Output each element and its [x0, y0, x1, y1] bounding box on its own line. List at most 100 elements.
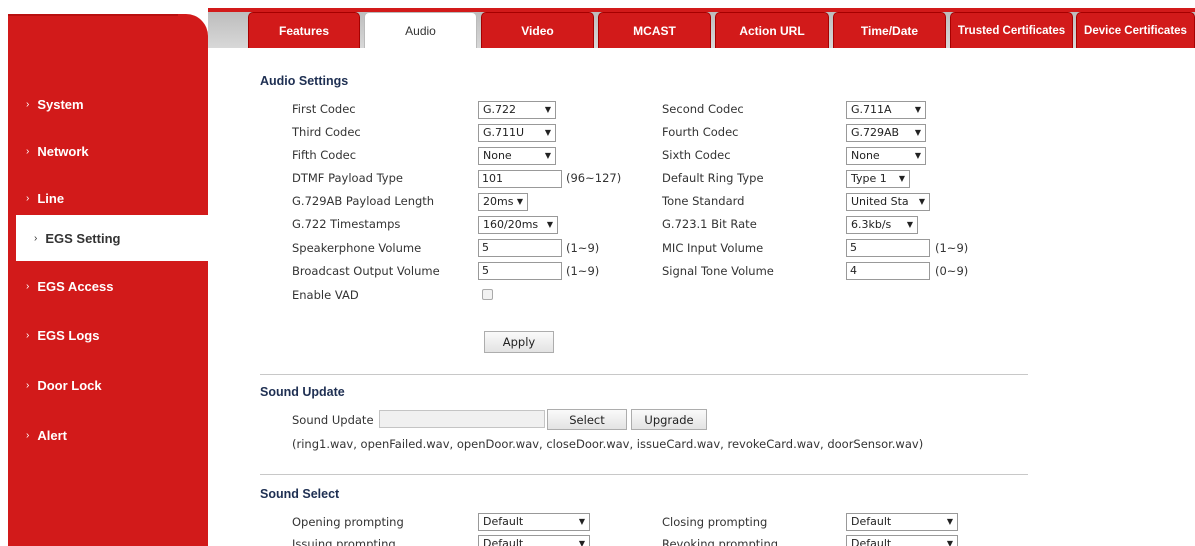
sidebar-item-egs-setting[interactable]: › EGS Setting: [16, 215, 208, 261]
g729ab-length-select[interactable]: 20ms ▼: [478, 193, 528, 211]
opening-prompting-select[interactable]: Default ▼: [478, 513, 590, 531]
apply-button[interactable]: Apply: [484, 331, 554, 353]
first-codec-select[interactable]: G.722 ▼: [478, 101, 556, 119]
g7231-bitrate-label: G.723.1 Bit Rate: [662, 217, 757, 231]
default-ring-value: Type 1: [851, 172, 887, 185]
dropdown-arrow-icon: ▼: [946, 517, 953, 526]
signal-tone-volume-label: Signal Tone Volume: [662, 264, 774, 278]
dropdown-arrow-icon: ▼: [546, 220, 553, 229]
closing-prompting-value: Default: [851, 515, 892, 528]
fifth-codec-select[interactable]: None ▼: [478, 147, 556, 165]
g7231-bitrate-value: 6.3kb/s: [851, 218, 892, 231]
sixth-codec-select[interactable]: None ▼: [846, 147, 926, 165]
third-codec-value: G.711U: [483, 126, 525, 139]
enable-vad-label: Enable VAD: [292, 288, 359, 302]
sidebar-item-label: Line: [37, 190, 65, 206]
chevron-right-icon: ›: [26, 280, 30, 292]
first-codec-value: G.722: [483, 103, 517, 116]
issuing-prompting-label: Issuing prompting: [292, 537, 396, 546]
sidebar-item-label: Alert: [37, 427, 67, 443]
second-codec-label: Second Codec: [662, 102, 744, 116]
tone-standard-select[interactable]: United Sta ▼: [846, 193, 930, 211]
revoking-prompting-value: Default: [851, 537, 892, 546]
dropdown-arrow-icon: ▼: [544, 151, 551, 160]
dtmf-payload-label: DTMF Payload Type: [292, 171, 403, 185]
dtmf-payload-range: (96~127): [566, 171, 622, 185]
fifth-codec-value: None: [483, 149, 512, 162]
signal-tone-volume-input[interactable]: 4: [846, 262, 930, 280]
sidebar-item-door-lock[interactable]: › Door Lock: [8, 363, 208, 407]
sidebar-item-egs-access[interactable]: › EGS Access: [8, 264, 208, 308]
tab-video[interactable]: Video: [481, 12, 594, 48]
revoking-prompting-select[interactable]: Default ▼: [846, 535, 958, 546]
g7231-bitrate-select[interactable]: 6.3kb/s ▼: [846, 216, 918, 234]
select-button[interactable]: Select: [547, 409, 627, 430]
sidebar-item-label: Door Lock: [37, 377, 102, 393]
sidebar-item-label: System: [37, 96, 84, 112]
sidebar-item-label: EGS Access: [37, 278, 114, 294]
broadcast-volume-input[interactable]: 5: [478, 262, 562, 280]
sidebar-item-network[interactable]: › Network: [8, 129, 208, 173]
sound-update-label: Sound Update: [292, 413, 374, 427]
sidebar-item-alert[interactable]: › Alert: [8, 413, 208, 457]
sidebar-item-label: EGS Logs: [37, 327, 100, 343]
sound-files-note: (ring1.wav, openFailed.wav, openDoor.wav…: [292, 437, 924, 451]
upgrade-button[interactable]: Upgrade: [631, 409, 707, 430]
sidebar-item-label: EGS Setting: [45, 230, 121, 246]
broadcast-volume-label: Broadcast Output Volume: [292, 264, 440, 278]
audio-settings-title: Audio Settings: [260, 74, 349, 88]
mic-volume-range: (1~9): [935, 241, 969, 255]
tone-standard-label: Tone Standard: [662, 194, 745, 208]
tab-time-date[interactable]: Time/Date: [833, 12, 946, 48]
dropdown-arrow-icon: ▼: [918, 197, 925, 206]
g722-timestamps-value: 160/20ms: [483, 218, 539, 231]
chevron-right-icon: ›: [26, 192, 30, 204]
second-codec-select[interactable]: G.711A ▼: [846, 101, 926, 119]
sound-update-title: Sound Update: [260, 385, 345, 399]
issuing-prompting-value: Default: [483, 537, 524, 546]
signal-tone-volume-range: (0~9): [935, 264, 969, 278]
revoking-prompting-label: Revoking prompting: [662, 537, 779, 546]
fourth-codec-label: Fourth Codec: [662, 125, 739, 139]
sidebar-item-label: Network: [37, 143, 89, 159]
sidebar: › System › Network › Line › EGS Setting › EGS…: [8, 14, 208, 546]
tab-trusted-certificates[interactable]: Trusted Certificates: [950, 12, 1073, 48]
g729ab-length-value: 20ms: [483, 195, 514, 208]
tab-features[interactable]: Features: [248, 12, 360, 48]
dropdown-arrow-icon: ▼: [914, 105, 921, 114]
sidebar-item-system[interactable]: › System: [8, 82, 208, 126]
tab-mcast[interactable]: MCAST: [598, 12, 711, 48]
closing-prompting-select[interactable]: Default ▼: [846, 513, 958, 531]
chevron-right-icon: ›: [26, 98, 30, 110]
fourth-codec-select[interactable]: G.729AB ▼: [846, 124, 926, 142]
issuing-prompting-select[interactable]: Default ▼: [478, 535, 590, 546]
dropdown-arrow-icon: ▼: [578, 517, 585, 526]
g722-timestamps-select[interactable]: 160/20ms ▼: [478, 216, 558, 234]
dropdown-arrow-icon: ▼: [516, 197, 523, 206]
sound-file-input[interactable]: [379, 410, 545, 428]
dtmf-payload-input[interactable]: 101: [478, 170, 562, 188]
default-ring-select[interactable]: Type 1 ▼: [846, 170, 910, 188]
speaker-volume-input[interactable]: 5: [478, 239, 562, 257]
fifth-codec-label: Fifth Codec: [292, 148, 357, 162]
mic-volume-input[interactable]: 5: [846, 239, 930, 257]
chevron-right-icon: ›: [26, 429, 30, 441]
dropdown-arrow-icon: ▼: [898, 174, 905, 183]
g729ab-length-label: G.729AB Payload Length: [292, 194, 435, 208]
opening-prompting-label: Opening prompting: [292, 515, 404, 529]
first-codec-label: First Codec: [292, 102, 356, 116]
dropdown-arrow-icon: ▼: [906, 220, 913, 229]
tab-audio[interactable]: Audio: [364, 12, 477, 48]
g722-timestamps-label: G.722 Timestamps: [292, 217, 401, 231]
tab-action-url[interactable]: Action URL: [715, 12, 829, 48]
tab-device-certificates[interactable]: Device Certificates: [1076, 12, 1195, 48]
sound-select-title: Sound Select: [260, 487, 340, 501]
third-codec-select[interactable]: G.711U ▼: [478, 124, 556, 142]
mic-volume-label: MIC Input Volume: [662, 241, 764, 255]
enable-vad-checkbox[interactable]: [482, 289, 493, 300]
sidebar-item-line[interactable]: › Line: [8, 176, 208, 220]
dropdown-arrow-icon: ▼: [544, 105, 551, 114]
chevron-right-icon: ›: [26, 145, 30, 157]
third-codec-label: Third Codec: [292, 125, 361, 139]
sidebar-item-egs-logs[interactable]: › EGS Logs: [8, 313, 208, 357]
